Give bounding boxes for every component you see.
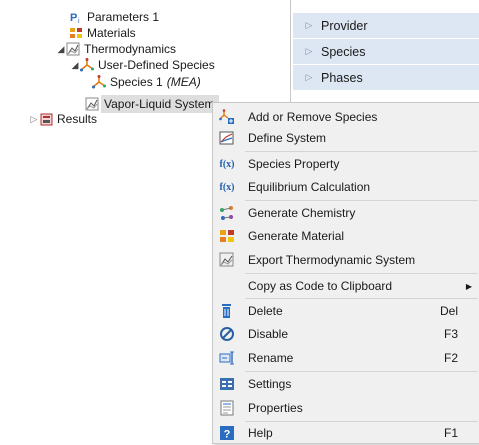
menu-label: Help — [248, 426, 273, 440]
material-icon — [219, 228, 235, 244]
menu-label: Properties — [248, 401, 303, 415]
results-icon — [39, 112, 53, 126]
menu-label: Copy as Code to Clipboard — [248, 279, 393, 293]
tree-label-results: Results — [57, 112, 98, 126]
menu-label: Disable — [248, 327, 289, 341]
tree-node-user-defined-species[interactable]: ◢ User-Defined Species — [70, 56, 215, 74]
function-icon: f(x) — [219, 181, 235, 193]
export-icon — [219, 252, 235, 268]
tree-node-species-1[interactable]: Species 1 (MEA) — [92, 73, 201, 91]
shortcut-disable: F3 — [443, 327, 458, 341]
section-label-species: Species — [321, 44, 366, 59]
menu-label: Generate Material — [248, 229, 345, 243]
menu-item-generate-material[interactable]: Generate Material — [213, 224, 479, 248]
menu-label: Equilibrium Calculation — [248, 180, 371, 194]
shortcut-delete: Del — [439, 304, 458, 318]
collapsed-arrow-icon: ▷ — [305, 46, 313, 56]
panel-divider — [290, 0, 291, 110]
collapsed-arrow-icon: ▷ — [305, 72, 313, 82]
shortcut-help: F1 — [443, 426, 458, 440]
tree-label-user-defined-species: User-Defined Species — [98, 58, 215, 72]
define-system-icon — [219, 130, 235, 146]
settings-icon — [219, 376, 235, 392]
context-menu: Add or Remove Species Define System f(x)… — [212, 102, 479, 444]
menu-item-define-system[interactable]: Define System — [213, 126, 479, 150]
parameters-icon: Pi — [69, 10, 83, 25]
section-label-provider: Provider — [321, 18, 368, 33]
menu-item-help[interactable]: ? Help F1 — [213, 421, 479, 445]
menu-label: Add or Remove Species — [248, 110, 378, 124]
species-icon — [92, 75, 106, 89]
menu-item-generate-chemistry[interactable]: Generate Chemistry — [213, 201, 479, 225]
function-icon: f(x) — [219, 158, 235, 170]
materials-icon — [69, 26, 83, 40]
svg-text:P: P — [70, 12, 77, 24]
menu-item-equilibrium-calculation[interactable]: f(x) Equilibrium Calculation — [213, 175, 479, 199]
section-label-phases: Phases — [321, 70, 363, 85]
menu-label: Export Thermodynamic System — [248, 253, 416, 267]
chemistry-icon — [219, 205, 235, 221]
menu-label: Settings — [248, 377, 292, 391]
disable-icon — [219, 326, 235, 342]
collapsed-arrow-icon[interactable]: ▷ — [29, 110, 39, 128]
section-phases[interactable]: ▷ Phases — [293, 65, 479, 90]
menu-item-copy-as-code[interactable]: Copy as Code to Clipboard ▶ — [213, 274, 479, 298]
tree-label-species-1: Species 1 — [110, 75, 163, 89]
expanded-arrow-icon[interactable]: ◢ — [56, 40, 66, 58]
properties-icon — [219, 400, 235, 416]
collapsed-arrow-icon: ▷ — [305, 20, 313, 30]
tree-node-vapor-liquid-system[interactable]: Vapor-Liquid System — [85, 95, 219, 113]
menu-item-export-thermodynamic-system[interactable]: Export Thermodynamic System — [213, 248, 479, 272]
menu-label: Species Property — [248, 157, 340, 171]
thermodynamic-system-icon — [85, 97, 99, 111]
shortcut-rename: F2 — [443, 351, 458, 365]
menu-item-settings[interactable]: Settings — [213, 372, 479, 396]
thermodynamics-icon — [66, 42, 80, 56]
rename-icon — [219, 350, 235, 366]
help-icon: ? — [219, 425, 235, 441]
menu-item-properties[interactable]: Properties — [213, 396, 479, 420]
menu-item-disable[interactable]: Disable F3 — [213, 322, 479, 346]
menu-label: Rename — [248, 351, 294, 365]
tree-node-results[interactable]: ▷ Results — [29, 110, 97, 128]
menu-item-delete[interactable]: Delete Del — [213, 299, 479, 323]
trash-icon — [219, 303, 235, 319]
settings-sections: ▷ Provider ▷ Species ▷ Phases — [293, 13, 479, 91]
expanded-arrow-icon[interactable]: ◢ — [70, 56, 80, 74]
menu-label: Delete — [248, 304, 283, 318]
section-species[interactable]: ▷ Species — [293, 39, 479, 64]
add-species-icon — [219, 109, 235, 125]
submenu-arrow-icon: ▶ — [465, 281, 472, 291]
section-provider[interactable]: ▷ Provider — [293, 13, 479, 38]
menu-item-species-property[interactable]: f(x) Species Property — [213, 152, 479, 176]
svg-text:?: ? — [224, 429, 231, 441]
menu-label: Generate Chemistry — [248, 206, 356, 220]
menu-label: Define System — [248, 131, 327, 145]
menu-item-rename[interactable]: Rename F2 — [213, 346, 479, 370]
species-group-icon — [80, 58, 94, 72]
tree-label-vapor-liquid-system: Vapor-Liquid System — [101, 95, 219, 113]
species-tag: (MEA) — [166, 75, 201, 89]
